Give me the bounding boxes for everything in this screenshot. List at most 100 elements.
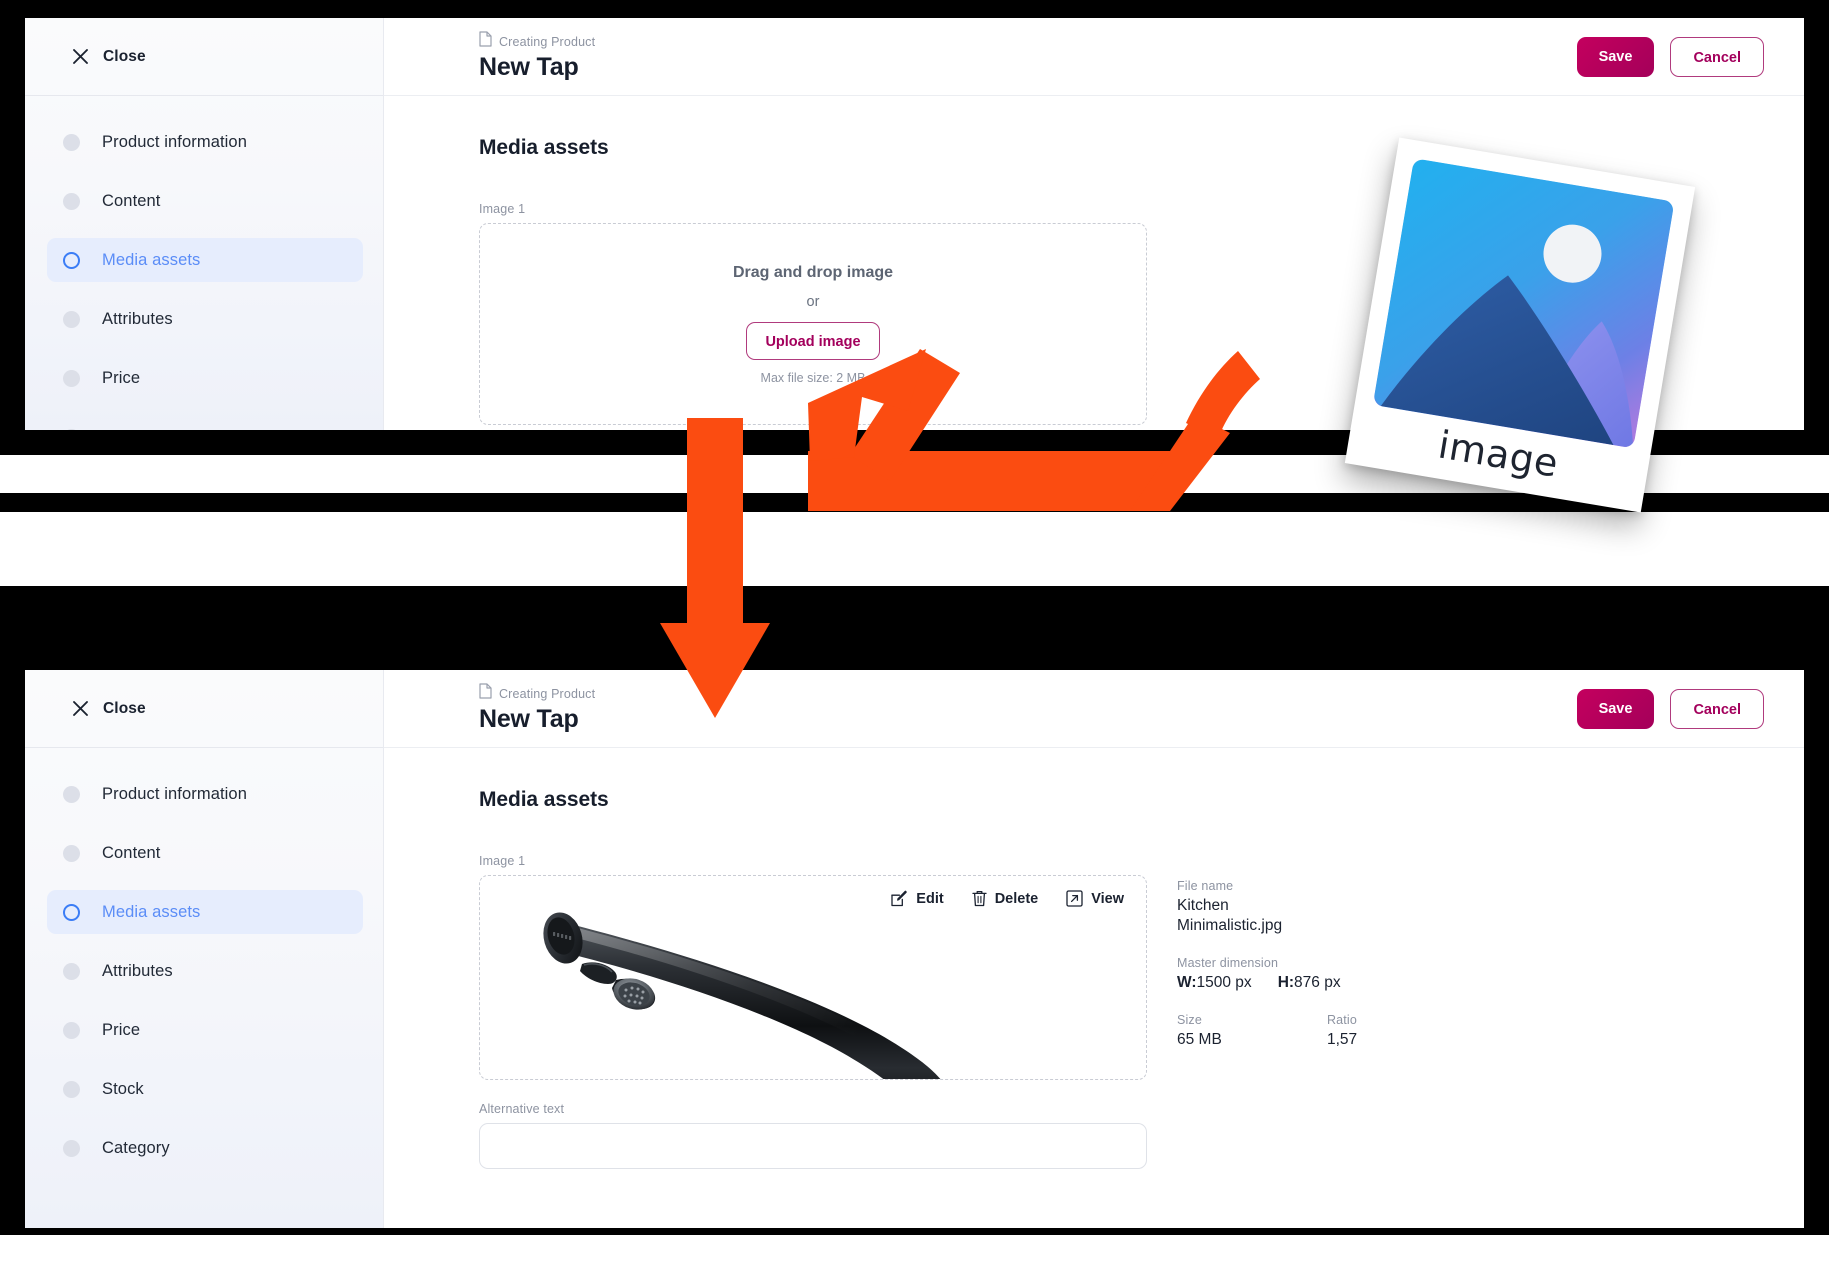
close-icon [71,47,90,66]
image-dropzone[interactable]: Drag and drop image or Upload image Max … [479,223,1147,425]
sidebar-item-stock[interactable]: Stock [47,1067,363,1111]
bullet-dot-icon [63,1139,80,1157]
sidebar-item-label: Stock [102,1079,144,1098]
sidebar-item-price[interactable]: Price [47,356,363,400]
width-value: W:1500 px [1177,973,1252,993]
sidebar-item-content[interactable]: Content [47,179,363,223]
height-number: 876 px [1294,974,1341,992]
header-actions: Save Cancel [1576,36,1764,77]
section-title: Media assets [479,136,609,159]
file-name-line-1: Kitchen [1177,897,1229,914]
width-prefix: W: [1177,974,1197,992]
page-title: New Tap [479,705,579,734]
image-preview[interactable]: Edit Delete View [479,875,1147,1080]
sidebar-item-product-information[interactable]: Product information [47,772,363,816]
sidebar-item-label: Category [102,1138,170,1157]
bullet-dot-icon [63,310,80,328]
height-value: H:876 px [1278,973,1341,993]
size-label: Size [1177,1013,1202,1028]
header-actions: Save Cancel [1576,688,1764,729]
main-body: Media assets Image 1 Edit Delete View Fi… [384,748,1804,1228]
size-ratio-block: Size 65 MB Ratio 1,57 [1177,1013,1477,1050]
save-button[interactable]: Save [1576,688,1655,729]
max-file-size-text: Max file size: 2 MB [760,370,866,385]
sidebar-item-label: Media assets [102,902,201,921]
dropzone-title: Drag and drop image [732,263,894,281]
close-button[interactable]: Close [71,47,146,66]
external-link-icon [1066,890,1083,907]
sidebar-item-label: Content [102,843,161,862]
close-button[interactable]: Close [71,699,146,718]
cancel-button[interactable]: Cancel [1670,36,1764,77]
page-title: New Tap [479,53,579,82]
bullet-ring-icon [63,903,80,921]
bullet-dot-icon [63,192,80,210]
sidebar: Close Product information Content Media … [25,670,384,1228]
background-band-lower [0,512,1829,586]
file-metadata: File name Kitchen Minimalistic.jpg Maste… [1177,875,1477,1071]
master-dimension-block: Master dimension W:1500 px H:876 px [1177,956,1477,993]
trash-icon [972,890,987,907]
image-placeholder-card: image [1344,137,1696,513]
dropzone-or-label: or [806,293,820,310]
dropzone-inner: Drag and drop image or Upload image Max … [480,224,1146,424]
edit-label: Edit [916,890,944,907]
sidebar-item-category[interactable]: Category [47,1126,363,1170]
main-header: Creating Product New Tap Save Cancel [384,670,1804,748]
header-titles: Creating Product New Tap [479,683,1577,734]
app-window-filled-state: Close Product information Content Media … [25,670,1804,1228]
dimension-values: W:1500 px H:876 px [1177,973,1477,993]
sidebar-item-label: Price [102,1020,141,1039]
edit-button[interactable]: Edit [891,890,944,907]
edit-pencil-icon [891,890,908,907]
screenshot-stage: Close Product information Content Media … [0,0,1829,1265]
sidebar-item-media-assets[interactable]: Media assets [47,890,363,934]
ratio-value: 1,57 [1327,1031,1358,1049]
bullet-dot-icon [63,369,80,387]
breadcrumb-text: Creating Product [499,34,596,49]
alternative-text-field: Alternative text [479,1102,1764,1169]
image-toolbar: Edit Delete View [891,890,1124,907]
sidebar-item-stock[interactable]: Stock [47,415,363,430]
view-button[interactable]: View [1066,890,1124,907]
file-name-line-2: Minimalistic.jpg [1177,917,1283,935]
sidebar-item-content[interactable]: Content [47,831,363,875]
ratio-block: Ratio 1,57 [1327,1013,1477,1050]
sidebar-item-label: Product information [102,132,247,151]
sidebar-item-attributes[interactable]: Attributes [47,297,363,341]
cancel-button[interactable]: Cancel [1670,688,1764,729]
file-name-label: File name [1177,879,1234,893]
upload-image-button[interactable]: Upload image [746,321,880,360]
header-titles: Creating Product New Tap [479,31,1577,82]
sidebar-header: Close [25,670,383,748]
sidebar-item-label: Content [102,191,161,210]
bullet-dot-icon [63,785,80,803]
sidebar-item-label: Attributes [102,309,173,328]
view-label: View [1091,890,1124,907]
height-prefix: H: [1277,974,1295,992]
bullet-dot-icon [63,1080,80,1098]
sidebar-item-media-assets[interactable]: Media assets [47,238,363,282]
sidebar-item-label: Stock [102,428,144,431]
document-icon [479,31,492,52]
delete-label: Delete [994,890,1039,907]
asset-row: Edit Delete View File name Kitchen Minim… [479,875,1764,1080]
size-value: 65 MB [1177,1031,1222,1049]
sidebar-item-product-information[interactable]: Product information [47,120,363,164]
bullet-dot-icon [63,1021,80,1039]
background-band-bottom [0,1235,1829,1265]
sidebar-item-attributes[interactable]: Attributes [47,949,363,993]
sidebar-item-label: Attributes [102,961,173,980]
file-name-block: File name Kitchen Minimalistic.jpg [1177,879,1477,936]
sidebar-item-label: Media assets [102,250,201,269]
section-title: Media assets [479,788,609,811]
breadcrumb: Creating Product [479,31,1577,52]
alternative-text-input[interactable] [479,1123,1147,1169]
close-label: Close [103,699,146,717]
alternative-text-label: Alternative text [479,1102,565,1116]
delete-button[interactable]: Delete [972,890,1039,907]
sidebar-item-price[interactable]: Price [47,1008,363,1052]
sidebar-nav: Product information Content Media assets… [25,748,383,1170]
save-button[interactable]: Save [1576,36,1655,77]
master-dimension-label: Master dimension [1177,956,1279,971]
